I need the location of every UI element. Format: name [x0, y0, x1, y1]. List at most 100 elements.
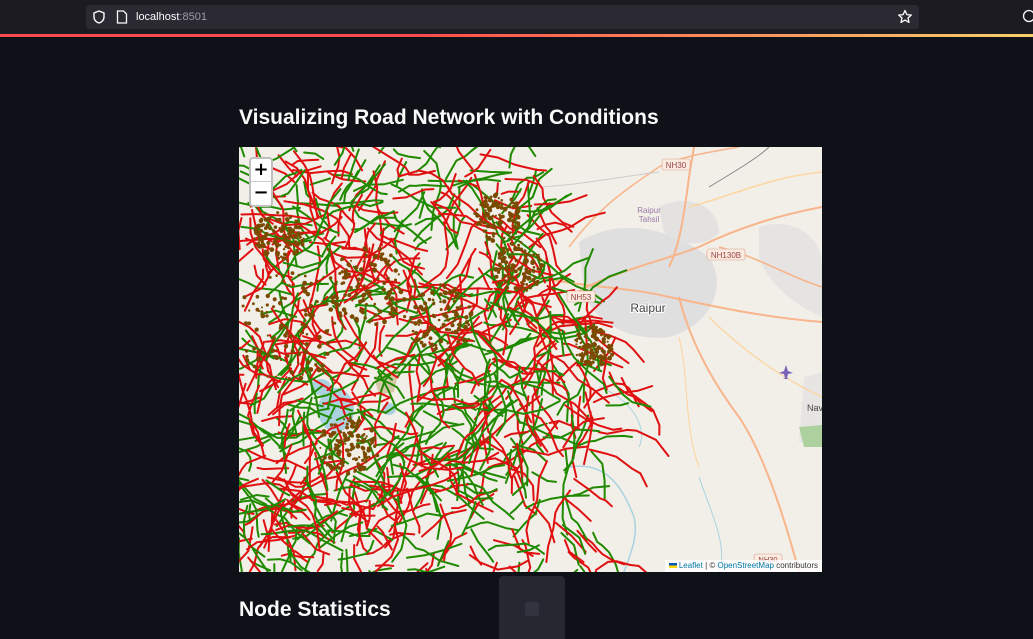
road-node	[338, 272, 342, 275]
road-node	[288, 368, 290, 371]
road-node	[500, 199, 504, 202]
status-widget-icon	[525, 602, 539, 616]
road-node	[331, 320, 334, 323]
road-node	[398, 289, 404, 295]
road-node	[510, 235, 514, 240]
road-node	[438, 338, 444, 344]
road-node	[507, 230, 510, 234]
road-node	[389, 253, 393, 258]
road-node	[484, 195, 489, 200]
road-node	[296, 361, 299, 364]
road-node	[585, 327, 588, 330]
address-bar[interactable]: localhost:8501	[86, 5, 919, 29]
road-node	[409, 316, 413, 320]
zoom-control: + −	[249, 157, 273, 207]
road-node	[284, 212, 288, 216]
road-node	[278, 226, 281, 230]
road-network-map[interactable]: NH30 NH130B NH53 Raipur Raipur Tahsil Na…	[239, 147, 822, 572]
road-node	[362, 246, 367, 251]
road-node	[275, 274, 278, 277]
leaflet-link[interactable]: Leaflet	[679, 561, 703, 570]
road-node	[525, 289, 529, 292]
road-node	[453, 329, 458, 335]
road-node	[501, 277, 504, 280]
road-node	[341, 323, 344, 327]
road-node	[284, 257, 287, 260]
road-node	[362, 433, 366, 436]
road-node	[523, 286, 526, 290]
road-node	[359, 267, 364, 272]
road-node	[262, 223, 265, 227]
road-node	[300, 242, 305, 247]
road-node	[365, 435, 368, 438]
road-node	[590, 345, 593, 348]
road-node	[272, 305, 275, 309]
road-node	[539, 263, 544, 268]
road-node	[300, 367, 304, 371]
road-node	[281, 279, 285, 282]
road-node	[369, 427, 373, 431]
road-node	[511, 218, 516, 224]
road-node	[364, 437, 367, 440]
road-node	[288, 334, 293, 339]
road-node	[513, 286, 518, 291]
zoom-out-button[interactable]: −	[251, 182, 271, 205]
road-node	[300, 330, 305, 335]
road-node	[304, 312, 308, 317]
url-port: :8501	[179, 11, 207, 23]
road-node	[589, 363, 593, 367]
road-node	[349, 442, 354, 447]
road-node	[255, 294, 260, 299]
bookmark-star-icon[interactable]	[897, 9, 913, 25]
road-node	[319, 446, 322, 449]
road-node	[266, 240, 271, 245]
road-node	[513, 264, 517, 268]
node-stats-title: Node Statistics	[239, 598, 391, 621]
road-node	[462, 338, 465, 342]
road-node	[272, 229, 276, 233]
shield-icon[interactable]	[92, 10, 106, 24]
road-node	[291, 231, 294, 234]
status-widget[interactable]	[499, 576, 565, 639]
road-node	[438, 292, 443, 297]
road-node	[288, 363, 292, 367]
road-node	[343, 293, 347, 297]
road-node	[583, 335, 587, 338]
road-node	[537, 253, 540, 256]
url-text[interactable]: localhost:8501	[136, 10, 207, 24]
road-node	[282, 248, 286, 251]
road-node	[506, 274, 510, 278]
road-node	[357, 277, 361, 282]
road-node	[349, 448, 353, 452]
road-node	[520, 281, 523, 284]
road-node	[598, 328, 604, 334]
road-node	[587, 339, 590, 342]
road-node	[354, 424, 360, 429]
road-node	[370, 319, 374, 323]
road-node	[273, 225, 278, 229]
road-node	[360, 438, 366, 444]
road-node	[283, 333, 288, 338]
osm-link[interactable]: OpenStreetMap	[717, 561, 773, 570]
road-node	[355, 433, 361, 439]
road-node	[490, 203, 495, 208]
map-section-title: Visualizing Road Network with Conditions	[239, 106, 659, 129]
road-node	[527, 276, 532, 281]
road-node	[443, 283, 447, 287]
road-node	[284, 245, 288, 249]
map-canvas[interactable]: NH30 NH130B NH53 Raipur Raipur Tahsil Na…	[239, 147, 822, 572]
road-node	[372, 436, 376, 440]
road-node	[281, 225, 284, 228]
road-node	[345, 471, 351, 476]
extension-icon[interactable]	[1022, 9, 1033, 23]
road-node	[410, 295, 415, 300]
road-node	[266, 334, 269, 337]
road-node	[356, 282, 361, 286]
road-node	[314, 363, 318, 367]
road-node	[248, 309, 251, 312]
label-nh130b: NH130B	[711, 251, 741, 260]
zoom-in-button[interactable]: +	[251, 159, 271, 182]
road-node	[580, 360, 583, 363]
road-node	[272, 297, 277, 302]
road-node	[482, 229, 487, 233]
